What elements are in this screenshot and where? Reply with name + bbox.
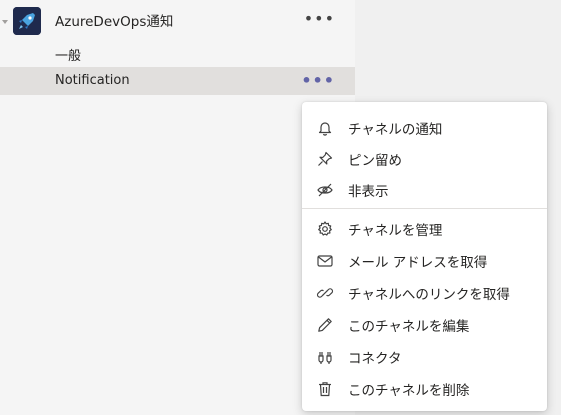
connector-icon: [316, 348, 334, 366]
menu-item-get-email[interactable]: メール アドレスを取得: [302, 245, 547, 275]
menu-item-channel-notifications[interactable]: チャネルの通知: [302, 112, 547, 142]
menu-item-connectors[interactable]: コネクタ: [302, 341, 547, 371]
mail-icon: [316, 252, 334, 270]
menu-divider: [302, 208, 547, 209]
menu-item-label: メール アドレスを取得: [348, 255, 488, 271]
link-icon: [316, 284, 334, 302]
menu-item-pin[interactable]: ピン留め: [302, 143, 547, 173]
bell-icon: [316, 119, 334, 137]
menu-item-label: チャネルを管理: [348, 223, 443, 239]
channel-more-options-icon[interactable]: •••: [301, 73, 335, 89]
channel-label: Notification: [55, 73, 130, 88]
menu-item-label: チャネルの通知: [348, 122, 443, 138]
menu-item-delete-channel[interactable]: このチャネルを削除: [302, 373, 547, 403]
menu-item-hide[interactable]: 非表示: [302, 174, 547, 204]
eye-off-icon: [316, 181, 334, 199]
channel-item-general[interactable]: 一般: [0, 39, 355, 67]
menu-item-edit-channel[interactable]: このチャネルを編集: [302, 309, 547, 339]
menu-item-label: このチャネルを削除: [348, 383, 470, 399]
gear-icon: [316, 220, 334, 238]
channel-item-notification[interactable]: Notification •••: [0, 67, 355, 95]
menu-item-get-link[interactable]: チャネルへのリンクを取得: [302, 277, 547, 307]
chevron-down-icon[interactable]: [2, 20, 8, 24]
menu-item-label: コネクタ: [348, 351, 402, 367]
menu-item-label: このチャネルを編集: [348, 319, 470, 335]
pin-icon: [316, 150, 334, 168]
team-name: AzureDevOps通知: [55, 14, 174, 30]
menu-item-label: チャネルへのリンクを取得: [348, 287, 510, 303]
team-more-options-icon[interactable]: •••: [304, 11, 335, 27]
menu-item-label: ピン留め: [348, 153, 402, 169]
trash-icon: [316, 380, 334, 398]
team-row[interactable]: AzureDevOps通知 •••: [0, 0, 355, 40]
pencil-icon: [316, 316, 334, 334]
menu-item-manage-channel[interactable]: チャネルを管理: [302, 213, 547, 243]
rocket-icon: [13, 7, 41, 35]
menu-item-label: 非表示: [348, 184, 389, 200]
team-avatar: [13, 7, 41, 35]
channel-context-menu: チャネルの通知 ピン留め 非表示 チャネルを管理 メール アドレスを取得 チャネ…: [302, 102, 547, 411]
channel-label: 一般: [55, 49, 82, 64]
